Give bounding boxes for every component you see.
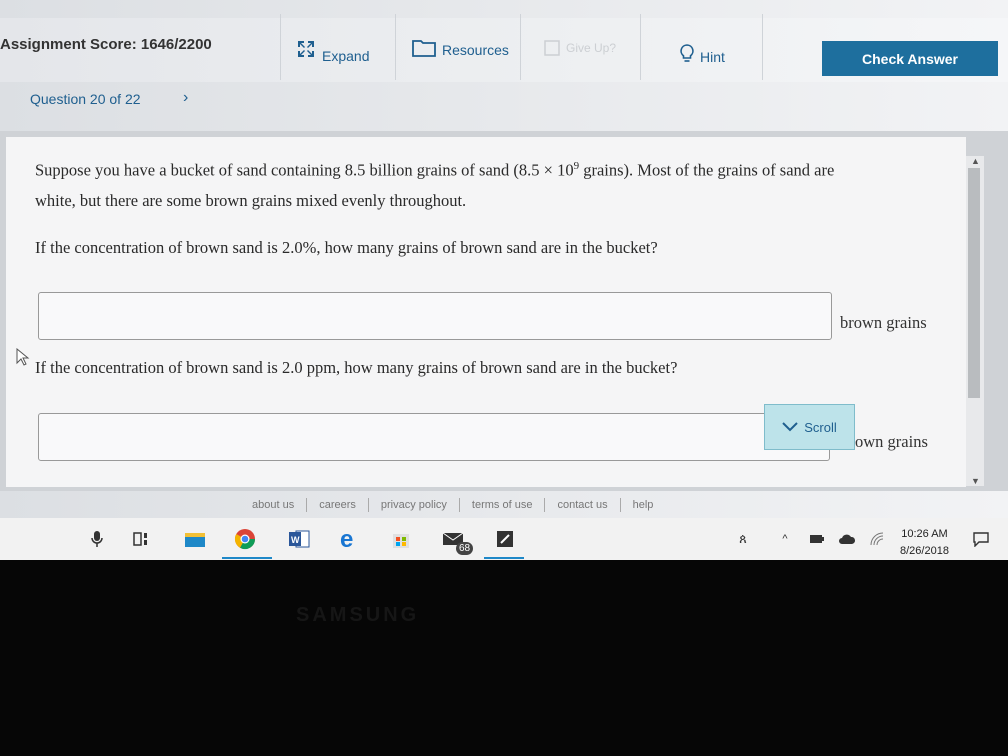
onedrive-icon[interactable] xyxy=(836,528,858,550)
monitor-brand-logo: SAMSUNG xyxy=(296,604,420,626)
svg-text:W: W xyxy=(291,535,300,545)
mouse-cursor-icon xyxy=(16,348,30,366)
expand-icon xyxy=(298,41,314,57)
chevron-up-icon[interactable]: ^ xyxy=(774,528,796,550)
task-view-icon[interactable] xyxy=(132,528,154,550)
clock-date: 8/26/2018 xyxy=(900,545,949,557)
footer-link-help[interactable]: help xyxy=(621,498,666,512)
question-navigator[interactable]: Question 20 of 22 xyxy=(30,91,141,107)
edge-icon[interactable]: e xyxy=(338,528,360,550)
people-icon[interactable]: ጰ xyxy=(732,528,754,550)
scroll-label: Scroll xyxy=(804,419,837,435)
scroll-button[interactable]: Scroll xyxy=(764,404,855,450)
scroll-down-arrow-icon[interactable]: ▼ xyxy=(971,476,980,486)
resources-button[interactable]: Resources xyxy=(412,38,509,58)
part2-prompt: If the concentration of brown sand is 2.… xyxy=(35,358,678,377)
svg-text:e: e xyxy=(340,528,353,550)
mail-badge: 68 xyxy=(456,542,474,555)
footer-link-careers[interactable]: careers xyxy=(307,498,369,512)
part2-answer-input[interactable] xyxy=(38,413,830,461)
question-intro-line1: Suppose you have a bucket of sand contai… xyxy=(35,160,835,180)
lightbulb-icon xyxy=(680,44,694,62)
give-up-icon xyxy=(544,40,560,56)
part2-unit-label: own grains xyxy=(855,432,928,451)
app-icon[interactable] xyxy=(494,528,516,550)
part1-answer-input[interactable] xyxy=(38,292,832,340)
give-up-label: Give Up? xyxy=(566,41,617,55)
expand-label: Expand xyxy=(322,48,370,64)
question-intro-line2: white, but there are some brown grains m… xyxy=(35,191,467,210)
next-question-chevron-icon[interactable]: › xyxy=(183,89,188,107)
expand-button[interactable]: Expand xyxy=(296,34,369,64)
scroll-up-arrow-icon[interactable]: ▲ xyxy=(971,156,980,166)
battery-icon[interactable] xyxy=(806,528,828,550)
footer-links: about us careers privacy policy terms of… xyxy=(240,498,665,512)
give-up-button[interactable]: Give Up? xyxy=(544,40,616,56)
chevron-down-icon xyxy=(782,422,798,432)
microphone-icon[interactable] xyxy=(86,528,108,550)
store-icon[interactable] xyxy=(390,528,412,550)
resources-label: Resources xyxy=(442,42,509,58)
footer-link-privacy[interactable]: privacy policy xyxy=(369,498,460,512)
notifications-icon[interactable] xyxy=(970,528,992,550)
hint-label: Hint xyxy=(700,49,725,65)
assignment-score: Assignment Score: 1646/2200 xyxy=(0,36,212,53)
system-clock[interactable]: 10:26 AM 8/26/2018 xyxy=(900,526,949,560)
wifi-icon[interactable] xyxy=(866,528,888,550)
folder-icon xyxy=(412,40,436,57)
word-icon[interactable]: W xyxy=(288,528,310,550)
chrome-icon[interactable] xyxy=(234,528,256,550)
browser-screen: Assignment Score: 1646/2200 Expand Resou… xyxy=(0,0,1008,560)
check-answer-button[interactable]: Check Answer xyxy=(822,41,998,76)
part1-prompt: If the concentration of brown sand is 2.… xyxy=(35,238,658,257)
footer-link-terms[interactable]: terms of use xyxy=(460,498,546,512)
scrollbar-thumb[interactable] xyxy=(968,168,980,398)
hint-button[interactable]: Hint xyxy=(680,43,725,65)
file-explorer-icon[interactable] xyxy=(184,528,206,550)
clock-time: 10:26 AM xyxy=(901,528,948,540)
part1-unit-label: brown grains xyxy=(840,313,927,332)
footer-link-about[interactable]: about us xyxy=(240,498,308,512)
footer-link-contact[interactable]: contact us xyxy=(545,498,621,512)
